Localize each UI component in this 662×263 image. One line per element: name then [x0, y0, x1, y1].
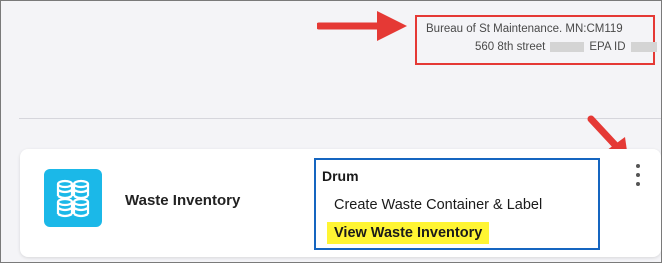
redacted-epa-id — [630, 41, 657, 52]
kebab-dot — [636, 182, 640, 186]
header-area: Bureau of St Maintenance. MN:CM119 560 8… — [1, 1, 661, 119]
address-highlight-box: Bureau of St Maintenance. MN:CM119 560 8… — [415, 15, 657, 65]
app-frame: Bureau of St Maintenance. MN:CM119 560 8… — [0, 0, 662, 263]
create-waste-container-menu-item[interactable]: Create Waste Container & Label — [334, 197, 542, 213]
redacted-block — [550, 41, 585, 52]
annotation-arrow-icon — [317, 11, 407, 41]
facility-address: 560 8th street EPA ID — [475, 41, 657, 53]
stacked-containers-icon — [44, 169, 102, 227]
kebab-dot — [636, 173, 640, 177]
divider — [19, 118, 661, 119]
kebab-dot — [636, 164, 640, 168]
more-options-icon[interactable] — [632, 164, 644, 186]
epa-id-label: EPA ID — [589, 41, 626, 53]
street-address: 560 8th street — [475, 41, 546, 53]
waste-inventory-card[interactable]: Waste Inventory Drum Create Waste Contai… — [20, 149, 661, 257]
card-dropdown-menu: Drum Create Waste Container & Label View… — [314, 158, 600, 250]
facility-name: Bureau of St Maintenance. MN:CM119 — [426, 23, 623, 35]
card-title: Waste Inventory — [125, 192, 241, 209]
menu-header: Drum — [322, 168, 359, 184]
view-waste-inventory-menu-item[interactable]: View Waste Inventory — [327, 222, 490, 244]
